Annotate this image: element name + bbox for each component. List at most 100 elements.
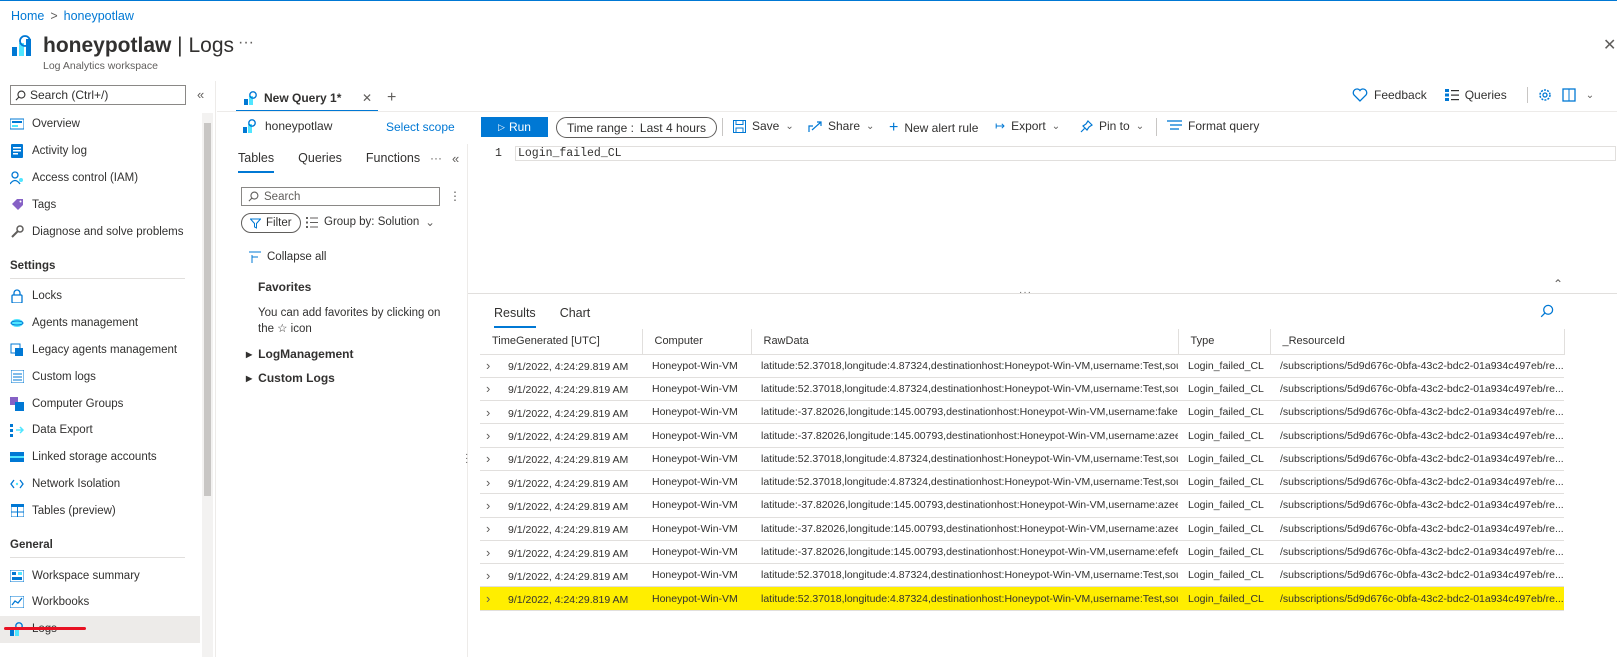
splitter-handle[interactable]: ··· <box>1019 287 1032 298</box>
page-subtitle: Log Analytics workspace <box>43 60 158 72</box>
time-range-picker[interactable]: Time range : Last 4 hours <box>556 117 717 138</box>
close-tab-icon[interactable]: ✕ <box>362 91 372 105</box>
table-row[interactable]: › 9/1/2022, 4:24:29.819 AM Honeypot-Win-VM… <box>480 563 1564 588</box>
tree-item-logmanagement[interactable]: ▶ LogManagement <box>246 347 354 361</box>
chevron-down-icon: ⌄ <box>1135 120 1145 132</box>
expand-row-icon[interactable]: › <box>486 475 508 490</box>
tab-tables[interactable]: Tables <box>238 151 275 173</box>
sidebar-item-tags[interactable]: Tags <box>0 191 200 218</box>
sidebar-item-legacy-agents[interactable]: Legacy agents management <box>0 337 200 364</box>
sidebar-item-overview[interactable]: Overview <box>0 111 200 138</box>
tree-item-custom-logs[interactable]: ▶ Custom Logs <box>246 371 335 385</box>
cell-computer: Honeypot-Win-VM <box>642 563 751 588</box>
expand-row-icon[interactable]: › <box>486 521 508 536</box>
save-button[interactable]: Save ⌄ <box>733 119 794 133</box>
tab-new-query-1[interactable]: New Query 1* ✕ <box>236 86 378 112</box>
expand-row-icon[interactable]: › <box>486 545 508 560</box>
tab-results[interactable]: Results <box>494 306 536 328</box>
column-header-timegenerated[interactable]: TimeGenerated [UTC] <box>480 329 643 355</box>
tab-chart[interactable]: Chart <box>560 306 591 328</box>
column-header-type[interactable]: Type <box>1178 329 1271 355</box>
new-alert-rule-button[interactable]: + New alert rule <box>889 119 978 137</box>
run-button[interactable]: ▷ Run <box>481 117 548 137</box>
query-editor[interactable]: 1 Login_failed_CL <box>468 141 1617 291</box>
select-scope-link[interactable]: Select scope <box>386 120 455 134</box>
collapse-pane-icon[interactable]: « <box>452 151 459 166</box>
sidebar-item-workbooks[interactable]: Workbooks <box>0 589 200 616</box>
cell-timegenerated: › 9/1/2022, 4:24:29.819 AM <box>480 586 642 611</box>
group-by-dropdown[interactable]: Group by: Solution ⌄ <box>306 215 435 229</box>
settings-gear-icon[interactable] <box>1538 88 1552 102</box>
sidebar-item-linked-storage[interactable]: Linked storage accounts <box>0 444 200 471</box>
expand-row-icon[interactable]: › <box>486 498 508 513</box>
table-row[interactable]: › 9/1/2022, 4:24:29.819 AM Honeypot-Win-VM… <box>480 470 1564 495</box>
sidebar-item-activity-log[interactable]: Activity log <box>0 138 200 165</box>
table-row[interactable]: › 9/1/2022, 4:24:29.819 AM Honeypot-Win-VM… <box>480 540 1564 565</box>
column-header-rawdata[interactable]: RawData <box>751 329 1179 355</box>
expand-row-icon[interactable]: › <box>486 451 508 466</box>
table-row[interactable]: › 9/1/2022, 4:24:29.819 AM Honeypot-Win-VM… <box>480 493 1564 518</box>
feedback-button[interactable]: Feedback <box>1352 88 1427 102</box>
vertical-more-icon[interactable]: ⋮ <box>449 189 461 203</box>
filter-icon <box>250 218 261 229</box>
cell-computer: Honeypot-Win-VM <box>642 470 751 495</box>
breadcrumb-current-link[interactable]: honeypotlaw <box>64 9 134 23</box>
book-icon[interactable] <box>1562 88 1576 102</box>
editor-results-splitter[interactable] <box>468 293 1617 294</box>
sidebar-item-network-isolation[interactable]: Network Isolation <box>0 471 200 498</box>
table-row[interactable]: › 9/1/2022, 4:24:29.819 AM Honeypot-Win-VM… <box>480 400 1564 425</box>
pin-to-button[interactable]: Pin to ⌄ <box>1080 119 1144 133</box>
sidebar-item-access-control[interactable]: Access control (IAM) <box>0 165 200 192</box>
query-text[interactable]: Login_failed_CL <box>515 146 1616 161</box>
table-row[interactable]: › 9/1/2022, 4:24:29.819 AM Honeypot-Win-VM… <box>480 586 1564 611</box>
pane-resize-handle[interactable]: · · · <box>465 450 468 468</box>
table-row[interactable]: › 9/1/2022, 4:24:29.819 AM Honeypot-Win-VM… <box>480 377 1564 402</box>
more-options-icon[interactable]: ··· <box>430 151 442 165</box>
expand-row-icon[interactable]: › <box>486 358 508 373</box>
sidebar-item-computer-groups[interactable]: Computer Groups <box>0 390 200 417</box>
expand-row-icon[interactable]: › <box>486 591 508 606</box>
scrollbar-thumb[interactable] <box>204 123 211 496</box>
sidebar-item-agents-management[interactable]: Agents management <box>0 310 200 337</box>
sidebar-item-workspace-summary[interactable]: Workspace summary <box>0 562 200 589</box>
table-row[interactable]: › 9/1/2022, 4:24:29.819 AM Honeypot-Win-VM… <box>480 517 1564 541</box>
expand-row-icon[interactable]: › <box>486 568 508 583</box>
add-tab-icon[interactable]: + <box>387 89 396 107</box>
collapse-sidebar-icon[interactable]: « <box>197 87 204 102</box>
expand-row-icon[interactable]: › <box>486 428 508 443</box>
more-options-icon[interactable]: ··· <box>238 34 254 52</box>
filter-button[interactable]: Filter <box>241 213 301 233</box>
sidebar-item-diagnose[interactable]: Diagnose and solve problems <box>0 218 200 245</box>
column-header-computer[interactable]: Computer <box>642 329 752 355</box>
table-row[interactable]: › 9/1/2022, 4:24:29.819 AM Honeypot-Win-VM… <box>480 354 1564 378</box>
tab-functions[interactable]: Functions <box>366 151 420 173</box>
table-row[interactable]: › 9/1/2022, 4:24:29.819 AM Honeypot-Win-VM… <box>480 447 1564 471</box>
sidebar-search-input[interactable]: Search (Ctrl+/) <box>10 85 186 105</box>
logs-annotation-underline <box>4 627 86 630</box>
queries-button[interactable]: Queries <box>1444 88 1507 102</box>
chevron-up-icon[interactable]: ⌃ <box>1553 277 1563 291</box>
sidebar-item-data-export[interactable]: Data Export <box>0 417 200 444</box>
sidebar-scrollbar[interactable] <box>202 113 213 657</box>
sidebar-item-locks[interactable]: Locks <box>0 283 200 310</box>
collapse-all-button[interactable]: Collapse all <box>249 251 326 263</box>
chevron-down-icon[interactable]: ⌄ <box>1586 90 1594 101</box>
format-query-button[interactable]: Format query <box>1167 119 1259 133</box>
results-search-icon[interactable] <box>1540 304 1554 318</box>
export-button[interactable]: ↦ Export ⌄ <box>995 119 1060 133</box>
column-header-resourceid[interactable]: _ResourceId <box>1270 329 1565 355</box>
schema-search-input[interactable]: Search <box>241 187 440 206</box>
expand-row-icon[interactable]: › <box>486 381 508 396</box>
breadcrumb-home-link[interactable]: Home <box>11 9 44 23</box>
toolbar-separator <box>722 118 723 136</box>
share-button[interactable]: Share ⌄ <box>808 119 874 133</box>
expand-row-icon[interactable]: › <box>486 405 508 420</box>
export-icon: ↦ <box>995 119 1006 133</box>
sidebar-item-custom-logs[interactable]: Custom logs <box>0 363 200 390</box>
cell-rawdata: latitude:-37.82026,longitude:145.00793,d… <box>751 400 1178 425</box>
cell-rawdata: latitude:52.37018,longitude:4.87324,dest… <box>751 586 1178 611</box>
table-row[interactable]: › 9/1/2022, 4:24:29.819 AM Honeypot-Win-VM… <box>480 423 1564 448</box>
tab-queries[interactable]: Queries <box>298 151 342 173</box>
sidebar-item-tables-preview[interactable]: Tables (preview) <box>0 497 200 524</box>
close-icon[interactable]: ✕ <box>1603 35 1616 55</box>
